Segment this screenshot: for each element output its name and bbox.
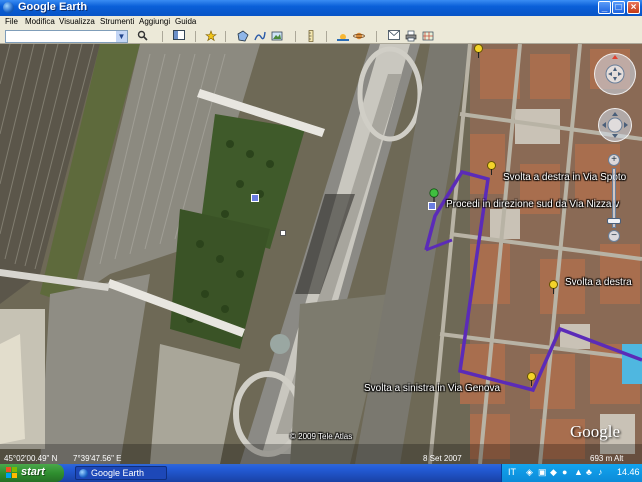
- turn-placemark-icon[interactable]: [549, 280, 558, 294]
- location-marker-icon: [280, 230, 286, 236]
- menu-aggiungi[interactable]: Aggiungi: [139, 17, 170, 26]
- copyright-text: © 2009 Tele Atlas: [290, 432, 353, 441]
- turn-placemark-icon[interactable]: [474, 44, 483, 58]
- network-icon[interactable]: ▣: [538, 467, 547, 478]
- update-icon[interactable]: ▲: [574, 467, 583, 477]
- route-step-label[interactable]: Procedi in direzione sud da Via Nizza v: [446, 199, 619, 210]
- path-icon[interactable]: [253, 30, 266, 43]
- map-view[interactable]: Procedi in direzione sud da Via Nizza v …: [0, 44, 642, 464]
- toolbar-separator: [162, 31, 163, 42]
- route-step-label[interactable]: Svolta a sinistra in Via Genova: [364, 383, 500, 394]
- toolbar-separator: [295, 31, 296, 42]
- zoom-slider[interactable]: + −: [606, 154, 622, 244]
- system-tray: IT ◈ ▣ ◆ ● ▲ ♣ ♪ 14.46: [501, 464, 642, 482]
- image-overlay-icon[interactable]: [270, 30, 283, 43]
- search-icon[interactable]: [136, 30, 149, 43]
- start-label: start: [21, 466, 45, 478]
- taskbar-button-label: Google Earth: [91, 468, 145, 478]
- move-joystick[interactable]: [598, 108, 632, 142]
- menu-file[interactable]: File: [5, 17, 18, 26]
- title-bar: Google Earth _ □ ×: [0, 0, 642, 16]
- google-logo: Google: [570, 422, 621, 441]
- placemark-icon[interactable]: [204, 30, 217, 43]
- toolbar-separator: [225, 31, 226, 42]
- start-button[interactable]: start: [0, 464, 64, 482]
- clock: 14.46: [617, 467, 640, 477]
- security-icon[interactable]: ◈: [526, 467, 533, 478]
- email-icon[interactable]: [387, 30, 400, 43]
- route-step-label[interactable]: Svolta a destra: [565, 277, 632, 288]
- planets-icon[interactable]: [352, 30, 365, 43]
- turn-placemark-icon[interactable]: [487, 161, 496, 175]
- google-earth-icon: [3, 2, 14, 13]
- toolbar: ▼: [0, 29, 642, 44]
- toolbar-separator: [326, 31, 327, 42]
- toolbar-separator: [195, 31, 196, 42]
- view-in-maps-icon[interactable]: [421, 30, 434, 43]
- menu-bar: File Modifica Visualizza Strumenti Aggiu…: [0, 16, 642, 29]
- ruler-icon[interactable]: [304, 30, 317, 43]
- antivirus-icon[interactable]: ●: [562, 467, 567, 477]
- messenger-icon[interactable]: ♣: [586, 467, 592, 477]
- altitude-readout: 693 m Alt: [590, 454, 624, 463]
- window-title: Google Earth: [18, 1, 88, 13]
- search-input[interactable]: ▼: [5, 30, 128, 43]
- chevron-down-icon[interactable]: ▼: [116, 31, 127, 42]
- minimize-button[interactable]: _: [598, 1, 611, 14]
- shield-icon[interactable]: ◆: [550, 467, 557, 478]
- maximize-button[interactable]: □: [612, 1, 625, 14]
- polygon-icon[interactable]: [236, 30, 249, 43]
- sidebar-toggle-icon[interactable]: [172, 30, 185, 43]
- menu-guida[interactable]: Guida: [175, 17, 196, 26]
- menu-visualizza[interactable]: Visualizza: [59, 17, 95, 26]
- menu-modifica[interactable]: Modifica: [25, 17, 55, 26]
- look-joystick[interactable]: [594, 53, 636, 95]
- google-earth-icon: [79, 469, 88, 478]
- close-button[interactable]: ×: [627, 1, 640, 14]
- print-icon[interactable]: [404, 30, 417, 43]
- waypoint-square-icon: [428, 202, 436, 210]
- turn-placemark-icon[interactable]: [527, 372, 536, 386]
- location-marker-icon: [251, 194, 259, 202]
- latitude-readout: 45°02'00.49" N: [4, 454, 58, 463]
- zoom-in-icon[interactable]: +: [608, 154, 620, 166]
- zoom-out-icon[interactable]: −: [608, 230, 620, 242]
- volume-icon[interactable]: ♪: [598, 467, 603, 477]
- status-line: 45°02'00.49" N 7°39'47.56" E 8 Set 2007 …: [0, 454, 642, 464]
- taskbar: start Google Earth IT ◈ ▣ ◆ ● ▲ ♣ ♪ 14.4…: [0, 464, 642, 482]
- imagery-date: 8 Set 2007: [423, 454, 462, 463]
- zoom-thumb[interactable]: [607, 218, 621, 224]
- taskbar-button-google-earth[interactable]: Google Earth: [75, 466, 167, 480]
- sunlight-icon[interactable]: [336, 30, 349, 43]
- language-indicator[interactable]: IT: [508, 467, 516, 477]
- menu-strumenti[interactable]: Strumenti: [100, 17, 134, 26]
- satellite-imagery: [0, 44, 642, 464]
- windows-flag-icon: [6, 467, 17, 478]
- longitude-readout: 7°39'47.56" E: [73, 454, 122, 463]
- toolbar-separator: [376, 31, 377, 42]
